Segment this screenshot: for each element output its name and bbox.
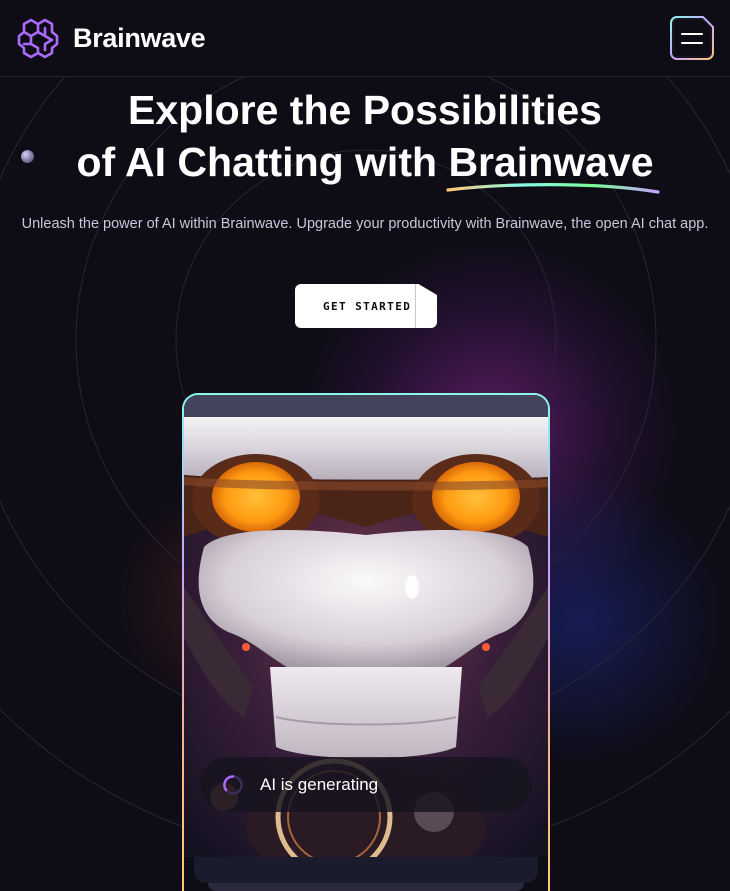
menu-button[interactable] [670,16,714,60]
gradient-underline-decoration [446,183,661,194]
device-base-layer-back [208,883,524,891]
hero-title-line1: Explore the Possibilities [128,87,602,133]
device-base-layer [194,857,538,883]
loading-spinner-icon [223,774,243,795]
brand-logo[interactable]: Brainwave [17,17,206,59]
site-header: Brainwave [0,0,730,77]
hero-title-highlight-text: Brainwave [448,139,654,185]
ai-generating-status: AI is generating [200,757,532,812]
device-top-bar [184,395,548,417]
hero-title-line2: of AI Chatting with Brainwave [0,136,730,194]
device-mockup [182,393,550,891]
hero-title-highlight: Brainwave [446,136,661,194]
hamburger-menu-icon [670,16,714,60]
device-screen [184,395,548,891]
hero-title: Explore the Possibilities of AI Chatting… [0,84,730,194]
hero-title-prefix: of AI Chatting with [76,139,438,185]
get-started-button[interactable]: GET STARTED [295,284,437,328]
hero-subtitle: Unleash the power of AI within Brainwave… [21,216,709,232]
brand-name: Brainwave [73,22,206,53]
brain-circuit-icon [17,18,59,59]
ai-generating-text: AI is generating [260,774,379,794]
